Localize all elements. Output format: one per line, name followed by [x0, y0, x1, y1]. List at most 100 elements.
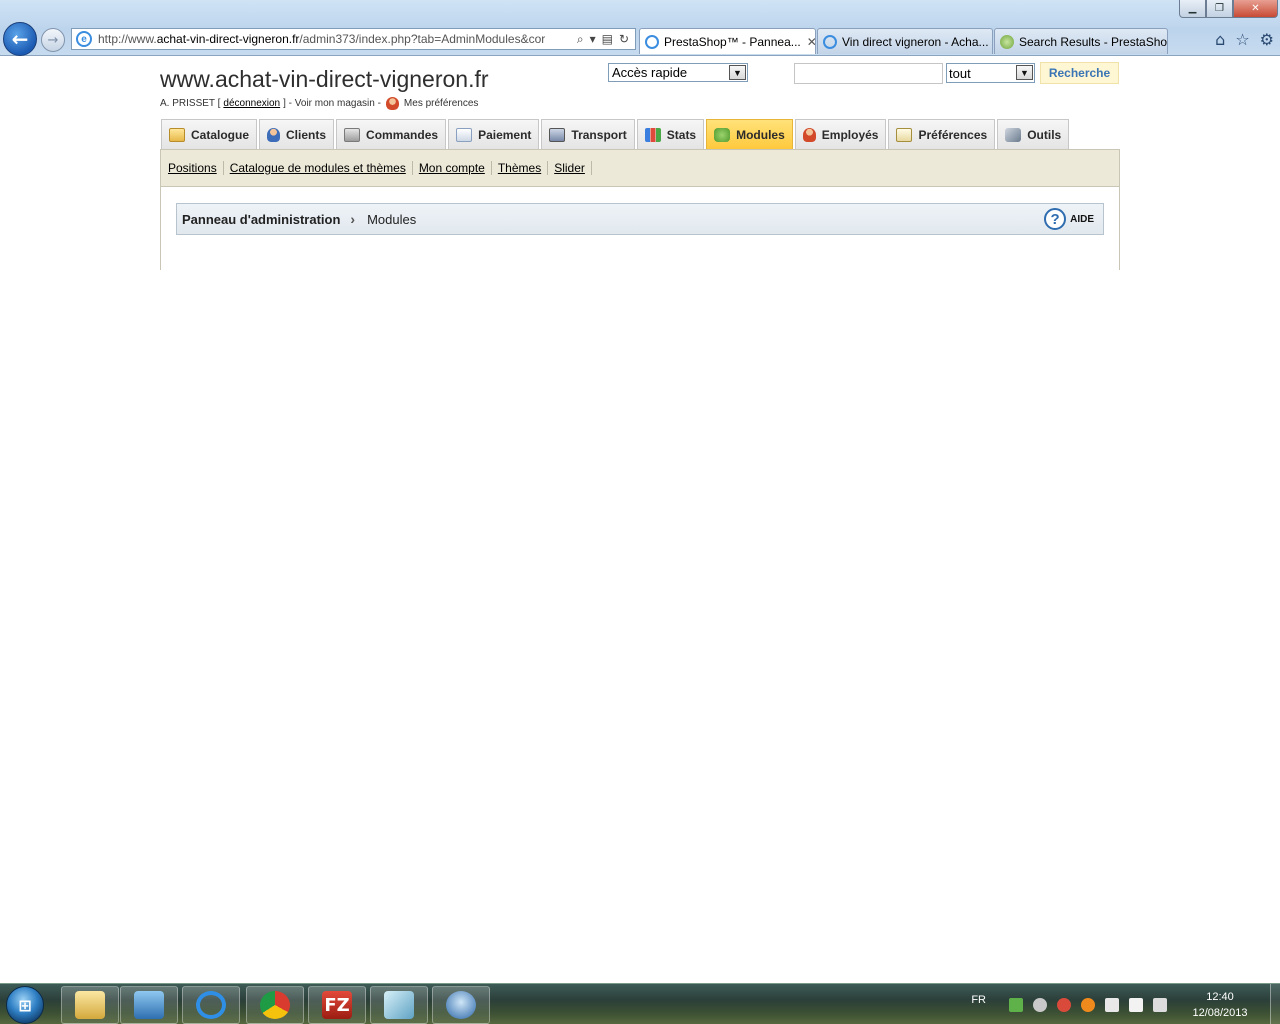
orange-circle-icon[interactable] [1081, 997, 1095, 1012]
subnav-my-account[interactable]: Mon compte [413, 161, 492, 175]
clock-time: 12:40 [1206, 990, 1234, 1003]
bar-chart-icon [644, 127, 661, 142]
tab-catalogue[interactable]: Catalogue [161, 119, 258, 149]
network-icon[interactable] [1105, 997, 1119, 1012]
browser-toolbar: ⌂ ☆ ⚙ [1215, 30, 1274, 49]
back-button[interactable]: ← [3, 22, 37, 56]
subnav-themes[interactable]: Thèmes [492, 161, 549, 175]
taskbar: ⊞ FZ FR 12:40 12/08/2013 [0, 983, 1280, 1024]
browser-tab-search-results[interactable]: Search Results - PrestaSho... [994, 28, 1168, 54]
breadcrumb-current: Modules [367, 211, 417, 227]
close-button[interactable]: ✕ [1233, 0, 1278, 18]
download-icon[interactable] [1009, 997, 1023, 1012]
browser-tab-label: Vin direct vigneron - Acha... [842, 34, 989, 49]
tab-paiement[interactable]: Paiement [448, 119, 540, 149]
payment-icon [456, 127, 473, 142]
tab-label: Préférences [918, 127, 988, 142]
tab-label: Catalogue [191, 127, 250, 142]
refresh-icon[interactable]: ↻ [619, 32, 629, 47]
filezilla-icon: FZ [322, 991, 352, 1019]
tab-label: Employés [821, 127, 879, 142]
tab-label: Modules [736, 127, 785, 142]
customer-icon [267, 127, 281, 142]
subnav-modules-catalog[interactable]: Catalogue de modules et thèmes [224, 161, 413, 175]
tab-modules[interactable]: Modules [706, 119, 793, 149]
taskbar-media-player[interactable] [120, 986, 178, 1024]
start-button[interactable]: ⊞ [6, 986, 44, 1024]
address-bar[interactable]: e http://www.achat-vin-direct-vigneron.f… [71, 28, 636, 50]
url-prefix: http://www. [98, 32, 157, 46]
page-content: www.achat-vin-direct-vigneron.fr A. PRIS… [0, 57, 1280, 983]
ie-tab-icon [645, 34, 659, 49]
user-icon [385, 97, 399, 110]
tab-stats[interactable]: Stats [636, 119, 705, 149]
logout-link[interactable]: déconnexion [223, 98, 280, 109]
site-title: www.achat-vin-direct-vigneron.fr [160, 66, 489, 92]
tab-preferences[interactable]: Préférences [888, 119, 996, 149]
tab-label: Clients [286, 127, 327, 142]
tab-label: Paiement [478, 127, 532, 142]
home-icon[interactable]: ⌂ [1215, 30, 1225, 49]
help-button[interactable]: ? AIDE [1044, 208, 1094, 230]
view-store-link[interactable]: ] - Voir mon magasin - [283, 98, 381, 109]
gear-icon[interactable]: ⚙ [1260, 30, 1274, 49]
chevron-down-icon[interactable]: ▼ [1016, 65, 1033, 80]
cart-icon [344, 127, 361, 142]
search-scope-select[interactable]: tout ▼ [946, 63, 1035, 83]
chrome-icon [260, 991, 290, 1019]
search-scope-value: tout [949, 65, 971, 81]
my-preferences-link[interactable]: Mes préférences [404, 98, 478, 109]
user-line: A. PRISSET [ déconnexion ] - Voir mon ma… [160, 97, 478, 110]
subnav-slider[interactable]: Slider [548, 161, 592, 175]
help-label: AIDE [1070, 213, 1094, 225]
tab-employes[interactable]: Employés [794, 119, 887, 149]
system-tray: FR 12:40 12/08/2013 [971, 984, 1280, 1024]
browser-chrome: ▁ ❐ ✕ ← → e http://www.achat-vin-direct-… [0, 0, 1280, 56]
flag-icon[interactable] [1129, 997, 1143, 1012]
browser-tab-prestashop[interactable]: PrestaShop™ - Pannea... ✕ [639, 28, 816, 54]
ie-page-icon: e [76, 31, 92, 47]
breadcrumb-root[interactable]: Panneau d'administration [182, 212, 340, 227]
chevron-down-icon[interactable]: ▼ [729, 65, 746, 80]
restore-button[interactable]: ❐ [1206, 0, 1233, 18]
taskbar-thunderbird[interactable] [432, 986, 490, 1024]
minimize-button[interactable]: ▁ [1179, 0, 1206, 18]
speaker-icon[interactable] [1153, 997, 1167, 1012]
browser-tab-vin-direct[interactable]: Vin direct vigneron - Acha... [817, 28, 993, 54]
tab-outils[interactable]: Outils [997, 119, 1070, 149]
eye-icon[interactable] [1033, 997, 1047, 1012]
tab-transport[interactable]: Transport [541, 119, 635, 149]
subnav: Positions Catalogue de modules et thèmes… [160, 149, 1120, 187]
help-icon: ? [1044, 208, 1067, 230]
bug-icon[interactable] [1057, 997, 1071, 1012]
browser-tab-label: Search Results - PrestaSho... [1019, 34, 1168, 49]
taskbar-internet-explorer[interactable] [182, 986, 240, 1024]
clock[interactable]: 12:40 12/08/2013 [1180, 989, 1260, 1021]
quick-access-select[interactable]: Accès rapide ▼ [608, 63, 748, 82]
taskbar-chrome[interactable] [246, 986, 304, 1024]
clock-date: 12/08/2013 [1192, 1006, 1248, 1019]
tab-commandes[interactable]: Commandes [336, 119, 447, 149]
taskbar-explorer[interactable] [61, 986, 119, 1024]
arrow-right-icon: → [47, 32, 59, 48]
tab-clients[interactable]: Clients [259, 119, 335, 149]
search-input[interactable] [794, 63, 943, 84]
tab-label: Commandes [366, 127, 439, 142]
breadcrumb: Panneau d'administration › Modules ? AID… [176, 203, 1104, 235]
window-controls: ▁ ❐ ✕ [1179, 0, 1278, 18]
tab-label: Stats [666, 127, 697, 142]
url-text[interactable]: http://www.achat-vin-direct-vigneron.fr/… [98, 32, 571, 46]
compat-view-icon[interactable]: ▤ [602, 32, 613, 47]
taskbar-notepad[interactable] [370, 986, 428, 1024]
close-tab-icon[interactable]: ✕ [807, 35, 815, 49]
show-desktop-button[interactable] [1270, 984, 1280, 1024]
forward-button[interactable]: → [41, 28, 65, 52]
language-indicator[interactable]: FR [971, 994, 986, 1006]
notepad-icon [384, 991, 414, 1019]
taskbar-filezilla[interactable]: FZ [308, 986, 366, 1024]
subnav-positions[interactable]: Positions [168, 161, 224, 175]
search-icon[interactable]: ⌕ [577, 32, 584, 47]
dropdown-icon[interactable]: ▾ [590, 32, 596, 47]
search-button[interactable]: Recherche [1040, 62, 1119, 84]
favorites-star-icon[interactable]: ☆ [1235, 30, 1249, 49]
